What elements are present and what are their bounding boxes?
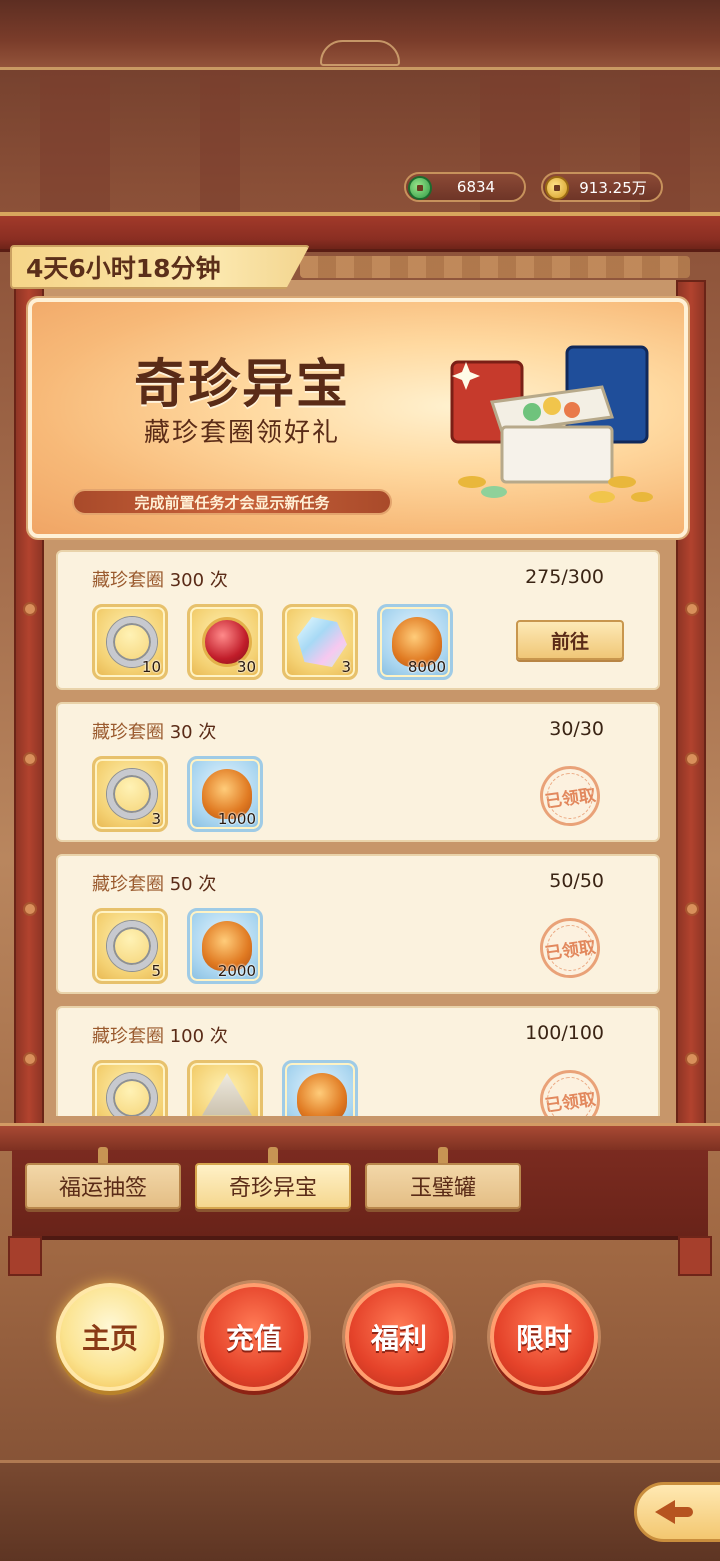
ring-icon [107,921,157,971]
floor-line [0,1460,720,1463]
ring-icon [107,1073,157,1116]
reward-item[interactable]: 3 [92,756,168,832]
task-progress: 275/300 [525,566,604,588]
nav-home-button[interactable]: 主页 [56,1283,164,1391]
jade-currency-display[interactable]: 6834 [404,172,526,202]
flower-icon [23,752,37,766]
flower-icon [685,602,699,616]
task-title: 藏珍套圈 50 次 [92,874,217,895]
back-button[interactable] [634,1482,720,1542]
roof-decoration [300,256,690,278]
task-card: 藏珍套圈 50 次 50/50 5 2000 已领取 [56,854,660,994]
tab-jade-jar[interactable]: 玉璧罐 [365,1163,521,1209]
flower-icon [23,902,37,916]
jade-coin-icon [408,176,432,200]
flower-icon [23,1052,37,1066]
task-list[interactable]: 藏珍套圈 300 次 275/300 10 30 3 8000 前往 藏珍套圈 … [56,548,664,1116]
nav-welfare-button[interactable]: 福利 [345,1283,453,1391]
jade-currency-value: 6834 [456,178,496,196]
reward-qty: 3 [151,810,161,828]
tab-rare-treasure[interactable]: 奇珍异宝 [195,1163,351,1209]
reward-qty: 2000 [217,962,256,980]
shell-icon [297,1073,347,1116]
reward-item[interactable]: 3 [282,604,358,680]
reward-qty: 1000 [217,810,256,828]
nav-recharge-button[interactable]: 充值 [200,1283,308,1391]
task-card: 藏珍套圈 300 次 275/300 10 30 3 8000 前往 [56,550,660,690]
hero-subtitle: 藏珍套圈领好礼 [143,418,340,448]
flower-icon [685,1052,699,1066]
task-title: 藏珍套圈 30 次 [92,722,217,743]
claimed-stamp: 已领取 [536,762,604,830]
task-count: 300 次 [169,570,228,591]
reward-item[interactable]: 1000 [187,756,263,832]
flower-icon [23,602,37,616]
board-shelf [0,1123,720,1151]
task-title: 藏珍套圈 100 次 [92,1026,228,1047]
shelf-leg [678,1236,712,1276]
reward-item[interactable] [187,1060,263,1116]
reward-item[interactable]: 5 [92,908,168,984]
reward-item[interactable]: 8000 [377,604,453,680]
reward-qty: 8000 [407,658,446,676]
gold-coin-icon [545,176,569,200]
reward-item[interactable]: 30 [187,604,263,680]
task-card: 藏珍套圈 30 次 30/30 3 1000 已领取 [56,702,660,842]
reward-qty: 30 [236,658,256,676]
reward-qty: 10 [141,658,161,676]
floor [0,1460,720,1561]
gold-currency-display[interactable]: 913.25万 [541,172,663,202]
task-title: 藏珍套圈 300 次 [92,570,228,591]
treasure-chest-icon [450,345,653,503]
task-progress: 100/100 [525,1022,604,1044]
gem-icon [297,617,347,667]
reward-item[interactable]: 10 [92,604,168,680]
reward-qty: 3 [341,658,351,676]
reward-qty: 5 [151,962,161,980]
task-progress: 30/30 [549,718,604,740]
task-progress: 50/50 [549,870,604,892]
hero-notice: 完成前置任务才会显示新任务 [72,489,392,515]
reward-item[interactable] [282,1060,358,1116]
flower-icon [685,752,699,766]
event-hero-banner: 奇珍异宝 藏珍套圈领好礼 完成前置任务才会显示新任务 [28,298,688,538]
claimed-stamp: 已领取 [536,1066,604,1116]
task-card: 藏珍套圈 100 次 100/100 已领取 [56,1006,660,1116]
task-count: 100 次 [169,1026,228,1047]
task-count: 30 次 [169,722,217,743]
claimed-stamp: 已领取 [536,914,604,982]
gold-currency-value: 913.25万 [579,178,647,197]
hero-title: 奇珍异宝 [133,355,350,415]
shelf-leg [8,1236,42,1276]
top-ornament [320,40,400,66]
reward-item[interactable] [92,1060,168,1116]
event-timer: 4天6小时18分钟 [10,245,310,289]
ring-icon [107,769,157,819]
reward-item[interactable]: 2000 [187,908,263,984]
tab-fortune-draw[interactable]: 福运抽签 [25,1163,181,1209]
tent-icon [202,1073,252,1116]
top-decor-band [0,0,720,70]
back-arrow-icon [655,1500,675,1524]
go-button[interactable]: 前往 [516,620,624,660]
nav-limited-button[interactable]: 限时 [490,1283,598,1391]
flower-icon [685,902,699,916]
back-arrow-tail [675,1507,693,1517]
task-count: 50 次 [169,874,217,895]
